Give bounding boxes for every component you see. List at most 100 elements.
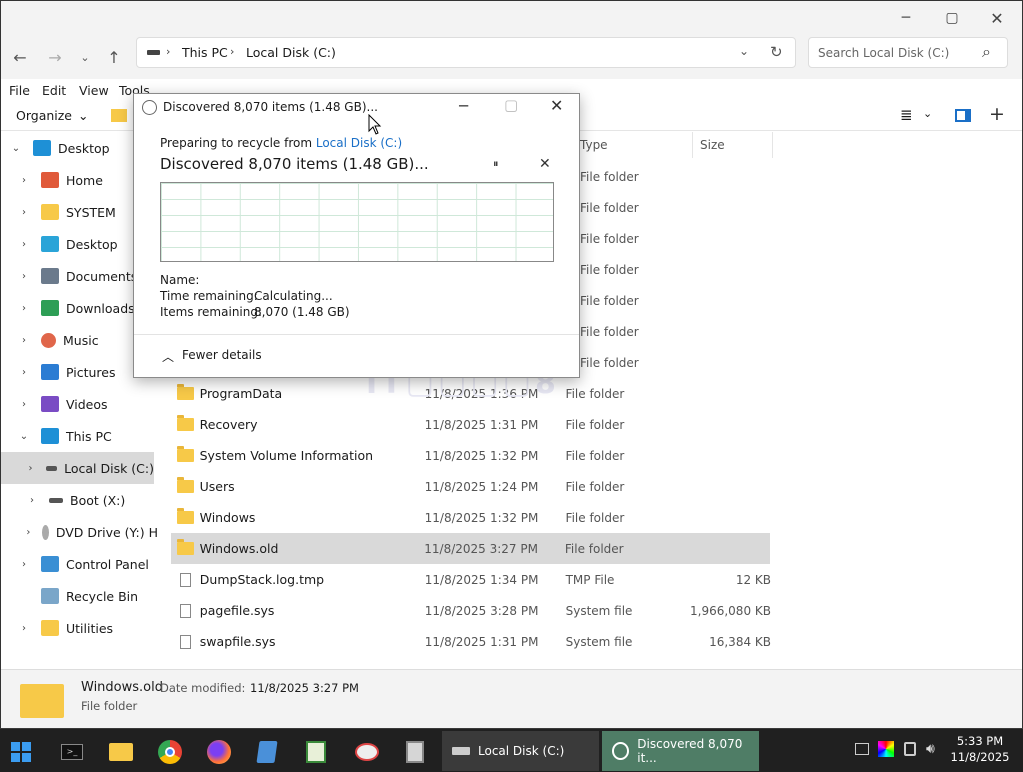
sidebar-item[interactable]: ⌄ This PC [1, 420, 158, 452]
source-link[interactable]: Local Disk (C:) [316, 136, 402, 150]
file-row[interactable]: Users 11/8/2025 1:24 PM File folder [171, 471, 771, 502]
chevron-right-icon[interactable]: › [25, 495, 39, 506]
organize-button[interactable]: Organize ⌄ [16, 108, 88, 123]
paint-button[interactable] [350, 735, 384, 769]
file-type-cell: File folder [580, 232, 639, 246]
menu-file[interactable]: File [9, 83, 30, 98]
chevron-right-icon[interactable]: › [25, 463, 36, 474]
address-dropdown-icon[interactable]: ⌄ [739, 44, 749, 58]
file-row[interactable]: System Volume Information 11/8/2025 1:32 … [171, 440, 771, 471]
firefox-button[interactable] [202, 735, 236, 769]
file-row[interactable]: swapfile.sys 11/8/2025 1:31 PM System file… [171, 626, 771, 657]
chevron-right-icon[interactable]: › [17, 335, 31, 346]
chevron-right-icon[interactable]: › [25, 527, 32, 538]
minimize-icon: ─ [901, 10, 911, 26]
security-icon[interactable] [904, 742, 916, 756]
close-button[interactable]: ✕ [974, 1, 1020, 35]
chevron-right-icon[interactable]: › [17, 399, 31, 410]
breadcrumb-this-pc[interactable]: This PC [182, 45, 228, 60]
calculator-button[interactable] [398, 735, 432, 769]
details-pane-icon[interactable] [955, 109, 971, 122]
sidebar-item[interactable]: › Local Disk (C:) [1, 452, 154, 484]
chevron-right-icon[interactable]: › [17, 239, 31, 250]
task-manager-button[interactable] [299, 735, 333, 769]
start-button[interactable] [4, 735, 38, 769]
system-clock[interactable]: 5:33 PM 11/8/2025 [944, 733, 1016, 765]
file-date-cell: 11/8/2025 3:28 PM [424, 603, 539, 618]
color-app-icon[interactable] [878, 741, 894, 757]
pause-button[interactable]: ⏸ [493, 157, 499, 171]
maximize-button[interactable]: ▢ [929, 1, 975, 35]
forward-button[interactable]: → [41, 43, 69, 71]
taskbar-item-label: Local Disk (C:) [478, 744, 565, 758]
column-divider[interactable] [692, 132, 693, 158]
explorer-button[interactable] [104, 735, 138, 769]
sidebar-item[interactable]: › Control Panel [1, 548, 158, 580]
breadcrumb-local-disk[interactable]: Local Disk (C:) [246, 45, 336, 60]
file-row[interactable]: pagefile.sys 11/8/2025 3:28 PM System file… [171, 595, 771, 626]
sidebar-item[interactable]: › Utilities [1, 612, 158, 644]
dialog-maximize-button[interactable]: ▢ [504, 96, 518, 114]
file-date-cell: 11/8/2025 1:32 PM [424, 510, 539, 525]
new-folder-icon[interactable] [111, 109, 127, 122]
file-row[interactable]: Recovery 11/8/2025 1:31 PM File folder [171, 409, 771, 440]
file-type-cell: File folder [580, 325, 639, 339]
chevron-right-icon[interactable]: › [17, 559, 31, 570]
chevron-down-icon[interactable]: ⌄ [923, 107, 932, 120]
file-date-cell: 11/8/2025 1:32 PM [424, 448, 539, 463]
cancel-button[interactable]: ✕ [539, 156, 551, 172]
search-box[interactable]: Search Local Disk (C:) ⌕ [808, 37, 1008, 68]
recent-locations-button[interactable]: ⌄ [71, 43, 99, 71]
file-row[interactable]: DumpStack.log.tmp 11/8/2025 1:34 PM TMP Fi… [171, 564, 771, 595]
file-row[interactable]: Windows.old 11/8/2025 3:27 PM File folder [171, 533, 770, 564]
chevron-right-icon[interactable]: › [17, 623, 31, 634]
chevron-down-icon[interactable]: ⌄ [17, 431, 31, 442]
preparing-text: Preparing to recycle from [160, 136, 313, 150]
chrome-button[interactable] [153, 735, 187, 769]
sidebar-item[interactable]: › DVD Drive (Y:) H [1, 516, 158, 548]
dialog-minimize-button[interactable]: ─ [459, 97, 468, 115]
notes-app-button[interactable] [250, 735, 284, 769]
chevron-right-icon[interactable]: › [17, 303, 31, 314]
up-button[interactable]: ↑ [100, 43, 128, 71]
dialog-close-button[interactable]: ✕ [550, 96, 563, 115]
sidebar-item-label: Control Panel [66, 556, 149, 572]
view-layout-icon[interactable]: ≣ [900, 106, 913, 124]
address-bar[interactable]: › This PC › Local Disk (C:) ⌄ ↻ [136, 37, 796, 68]
column-divider[interactable] [772, 132, 773, 158]
file-name-cell: pagefile.sys [199, 603, 275, 618]
add-icon[interactable]: + [989, 103, 1005, 125]
fewer-details-label: Fewer details [182, 348, 262, 362]
file-row[interactable]: Windows 11/8/2025 1:32 PM File folder [171, 502, 771, 533]
terminal-button[interactable]: >_ [55, 735, 89, 769]
menu-view[interactable]: View [79, 83, 109, 98]
organize-label: Organize [16, 108, 72, 123]
dialog-title: Discovered 8,070 items (1.48 GB)... [163, 100, 378, 114]
file-date-cell: 11/8/2025 1:31 PM [424, 417, 539, 432]
volume-icon[interactable]: 🔊︎ [926, 741, 935, 757]
minimize-button[interactable]: ─ [883, 1, 929, 35]
search-placeholder: Search Local Disk (C:) [818, 46, 950, 60]
sidebar-item[interactable]: › Videos [1, 388, 158, 420]
file-type-cell: File folder [565, 448, 625, 463]
column-size[interactable]: Size [700, 138, 725, 152]
forward-arrow-icon: → [48, 47, 62, 67]
drive-icon [147, 50, 160, 55]
chevron-right-icon[interactable]: › [17, 175, 31, 186]
column-type[interactable]: Type [580, 138, 608, 152]
palette-icon [355, 743, 379, 761]
back-button[interactable]: ← [6, 43, 34, 71]
menu-edit[interactable]: Edit [42, 83, 66, 98]
taskbar-item-explorer[interactable]: Local Disk (C:) [442, 731, 599, 771]
sidebar-item[interactable]: Recycle Bin [1, 580, 158, 612]
chevron-right-icon[interactable]: › [17, 207, 31, 218]
sidebar-item[interactable]: › Boot (X:) [1, 484, 158, 516]
chevron-right-icon[interactable]: › [17, 367, 31, 378]
file-date-cell: 11/8/2025 3:27 PM [424, 541, 538, 556]
taskbar-item-progress[interactable]: Discovered 8,070 it... [602, 731, 759, 771]
chevron-down-icon[interactable]: ⌄ [9, 143, 23, 154]
network-icon[interactable] [855, 743, 869, 755]
refresh-icon[interactable]: ↻ [770, 43, 783, 61]
chevron-right-icon[interactable]: › [17, 271, 31, 282]
fewer-details-button[interactable]: ︿ Fewer details [162, 348, 262, 365]
